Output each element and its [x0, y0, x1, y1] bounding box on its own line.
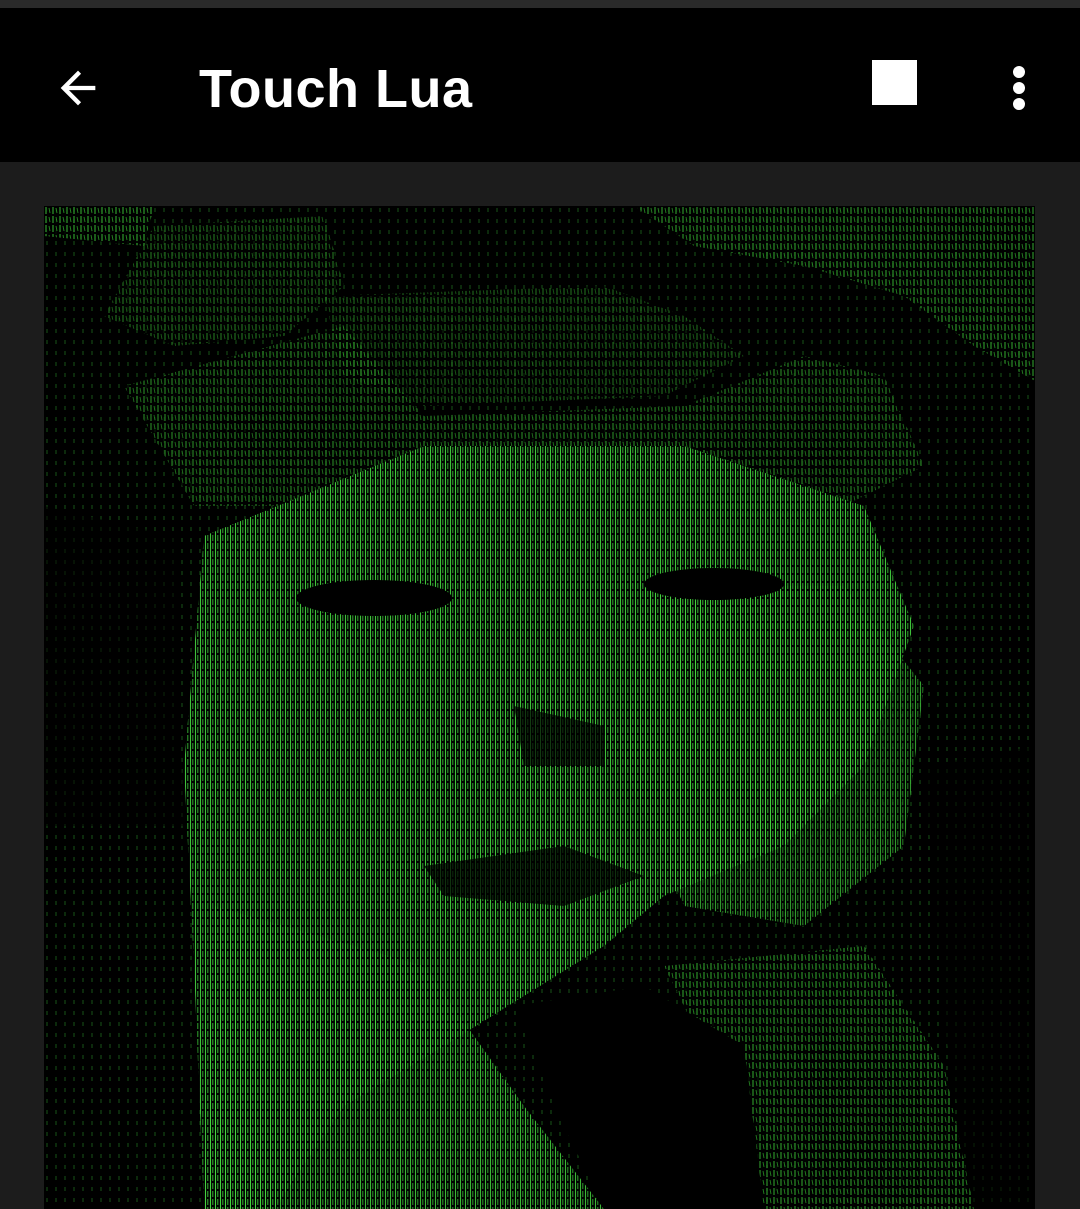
ascii-art-image [44, 206, 1035, 1209]
more-vert-icon [1013, 66, 1025, 110]
status-bar [0, 0, 1080, 8]
more-options-button[interactable] [976, 38, 1062, 138]
app-title: Touch Lua [199, 59, 473, 119]
stop-square-icon [871, 59, 917, 105]
arrow-left-icon [60, 70, 96, 106]
app-toolbar: Touch Lua [0, 8, 1080, 162]
back-button[interactable] [28, 38, 128, 138]
lua-output-canvas[interactable] [44, 206, 1035, 1209]
stop-button[interactable] [846, 34, 942, 130]
